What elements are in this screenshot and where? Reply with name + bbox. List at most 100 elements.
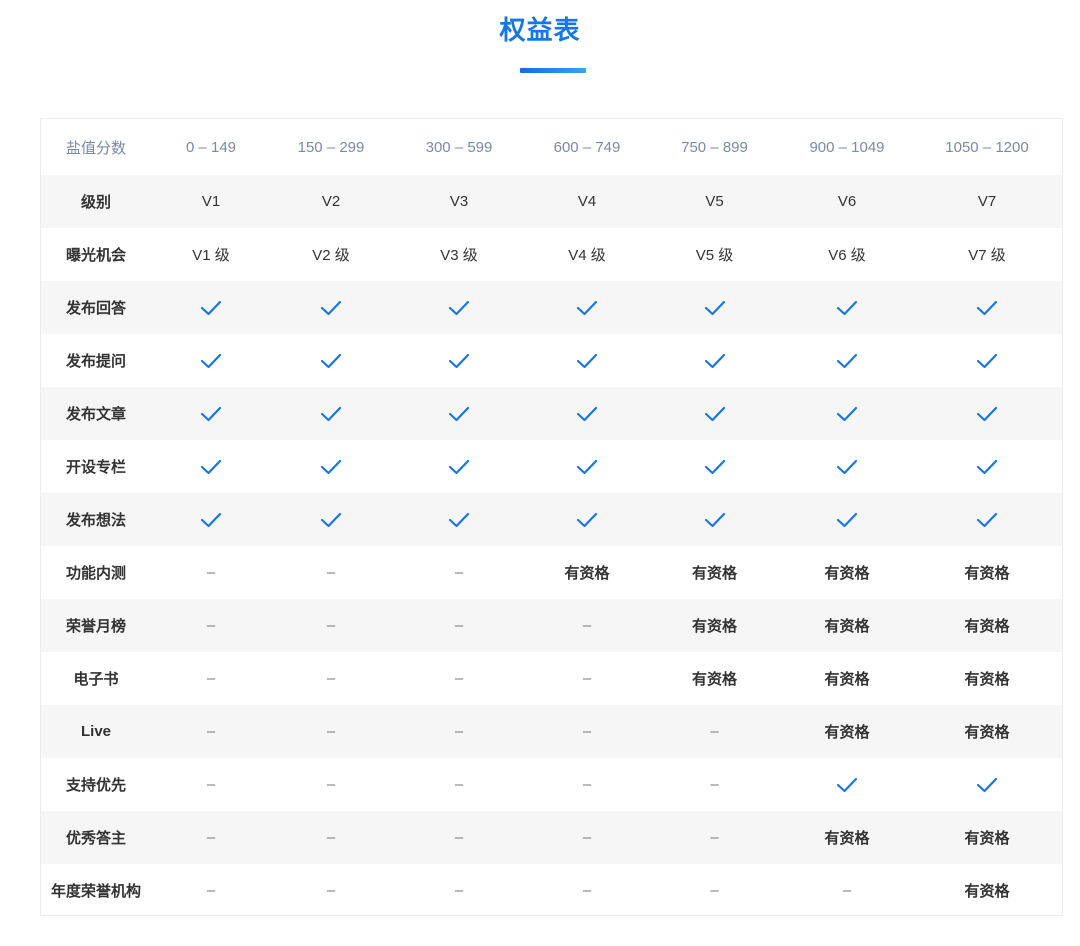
table-row: Live – – – – – 有资格 有资格 <box>41 705 1062 758</box>
check-icon <box>912 334 1062 387</box>
empty-dash: – <box>454 829 464 846</box>
empty-dash: – <box>710 723 719 740</box>
empty-dash: – <box>710 882 719 899</box>
table-cell: 有资格 <box>691 618 737 635</box>
table-cell: V5 <box>705 193 724 210</box>
check-icon <box>782 440 912 493</box>
check-icon <box>912 440 1062 493</box>
row-label: 电子书 <box>73 671 119 688</box>
row-label: 发布提问 <box>65 353 126 370</box>
check-icon <box>391 334 527 387</box>
empty-dash: – <box>582 617 592 634</box>
table-cell: 有资格 <box>964 565 1010 582</box>
check-icon <box>912 758 1062 811</box>
empty-dash: – <box>454 670 464 687</box>
header-column: 900 – 1049 <box>809 138 885 156</box>
check-icon <box>271 493 391 546</box>
check-icon <box>151 334 271 387</box>
empty-dash: – <box>326 564 336 581</box>
row-label: 年度荣誉机构 <box>50 883 141 900</box>
table-header-row: 盐值分数 0 – 149 150 – 299 300 – 599 600 – 7… <box>41 119 1062 175</box>
empty-dash: – <box>582 882 592 899</box>
header-column: 150 – 299 <box>297 138 365 156</box>
table-cell: 有资格 <box>964 671 1010 688</box>
table-cell: 有资格 <box>964 724 1010 741</box>
check-icon <box>271 387 391 440</box>
empty-dash: – <box>206 617 216 634</box>
empty-dash: – <box>326 617 336 634</box>
check-icon <box>782 334 912 387</box>
check-icon <box>391 493 527 546</box>
benefits-table: 盐值分数 0 – 149 150 – 299 300 – 599 600 – 7… <box>40 118 1063 916</box>
empty-dash: – <box>710 829 719 846</box>
empty-dash: – <box>206 776 216 793</box>
check-icon <box>527 387 647 440</box>
table-row: 发布文章 <box>41 387 1062 440</box>
empty-dash: – <box>326 776 336 793</box>
table-cell: 有资格 <box>824 565 870 582</box>
check-icon <box>647 334 782 387</box>
empty-dash: – <box>842 882 852 899</box>
empty-dash: – <box>582 723 592 740</box>
row-label: 级别 <box>80 194 111 211</box>
check-icon <box>912 387 1062 440</box>
table-row: 支持优先 – – – – – <box>41 758 1062 811</box>
empty-dash: – <box>454 564 464 581</box>
empty-dash: – <box>206 670 216 687</box>
table-row: 功能内测 – – – 有资格 有资格 有资格 有资格 <box>41 546 1062 599</box>
table-cell: V1 级 <box>192 247 230 264</box>
table-cell: V4 <box>577 193 597 210</box>
table-cell: V5 级 <box>695 247 734 264</box>
table-cell: 有资格 <box>824 671 870 688</box>
header-label: 盐值分数 <box>65 139 126 157</box>
table-row: 荣誉月榜 – – – – 有资格 有资格 有资格 <box>41 599 1062 652</box>
table-row: 曝光机会 V1 级 V2 级 V3 级 V4 级 V5 级 V6 级 V7 级 <box>41 228 1062 281</box>
table-cell: V3 <box>449 193 469 210</box>
check-icon <box>782 387 912 440</box>
table-row: 电子书 – – – – 有资格 有资格 有资格 <box>41 652 1062 705</box>
empty-dash: – <box>454 776 464 793</box>
check-icon <box>647 493 782 546</box>
row-label: 发布回答 <box>65 300 126 317</box>
header-column: 1050 – 1200 <box>945 138 1029 156</box>
empty-dash: – <box>206 723 216 740</box>
table-row: 发布回答 <box>41 281 1062 334</box>
table-cell: V4 级 <box>568 247 606 264</box>
table-cell: V2 级 <box>312 247 350 264</box>
header-column: 750 – 899 <box>681 138 748 156</box>
empty-dash: – <box>326 882 336 899</box>
empty-dash: – <box>206 882 216 899</box>
check-icon <box>647 440 782 493</box>
check-icon <box>527 334 647 387</box>
check-icon <box>151 440 271 493</box>
row-label: 发布文章 <box>65 406 126 423</box>
table-cell: V2 <box>321 193 341 210</box>
header-column: 300 – 599 <box>425 138 493 156</box>
row-label: 发布想法 <box>65 512 126 529</box>
check-icon <box>391 281 527 334</box>
table-cell: 有资格 <box>564 565 610 582</box>
check-icon <box>391 387 527 440</box>
table-cell: 有资格 <box>691 565 737 582</box>
check-icon <box>271 281 391 334</box>
title-underline <box>520 68 586 73</box>
table-cell: 有资格 <box>691 671 737 688</box>
check-icon <box>151 281 271 334</box>
empty-dash: – <box>454 882 464 899</box>
check-icon <box>151 387 271 440</box>
row-label: Live <box>80 723 111 740</box>
check-icon <box>782 493 912 546</box>
check-icon <box>527 281 647 334</box>
row-label: 优秀答主 <box>65 830 126 847</box>
check-icon <box>151 493 271 546</box>
empty-dash: – <box>326 723 336 740</box>
check-icon <box>912 281 1062 334</box>
table-cell: V3 级 <box>440 247 478 264</box>
table-row: 开设专栏 <box>41 440 1062 493</box>
empty-dash: – <box>582 829 592 846</box>
row-label: 开设专栏 <box>65 459 126 476</box>
table-row: 发布提问 <box>41 334 1062 387</box>
empty-dash: – <box>326 670 336 687</box>
check-icon <box>527 440 647 493</box>
empty-dash: – <box>454 617 464 634</box>
